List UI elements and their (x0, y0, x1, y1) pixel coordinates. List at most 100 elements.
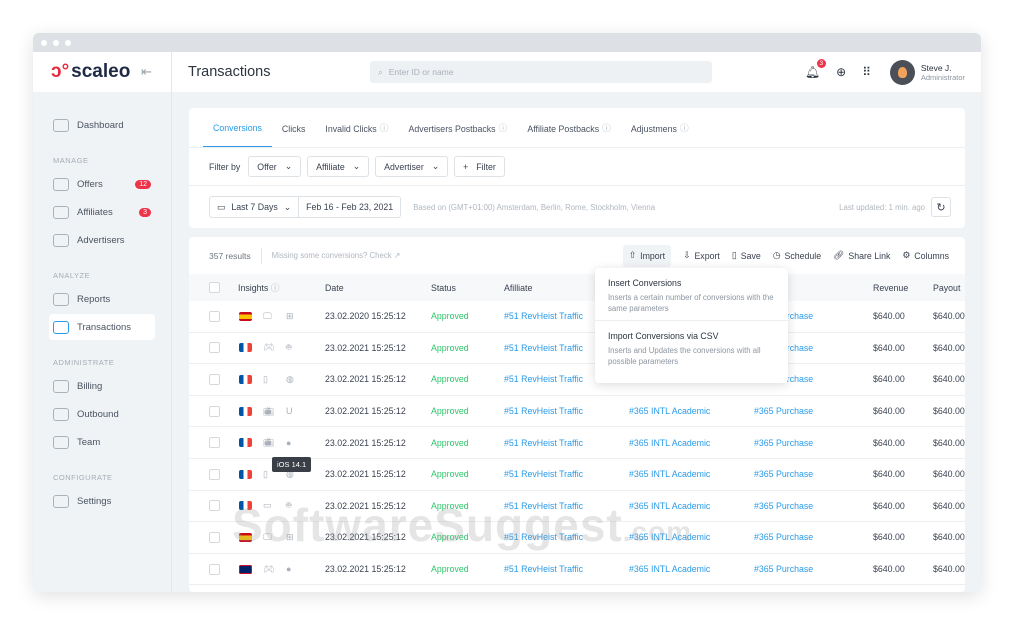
row-date: 23.02.2020 15:25:12 (325, 311, 406, 322)
tab-conversions[interactable]: Conversions (203, 107, 272, 147)
share-link-button[interactable]: 🔗︎ Share Link (833, 245, 890, 267)
date-picker: ▭ Last 7 Days ⌄ Feb 16 - Feb 23, 2021 (209, 196, 402, 218)
tab-label: Clicks (281, 124, 306, 134)
flag-fr-icon (239, 343, 252, 353)
sidebar-item-outbound[interactable]: Outbound (49, 401, 155, 427)
apps-grid-icon[interactable]: ⠿ (862, 65, 871, 79)
row-checkbox[interactable] (209, 468, 220, 480)
outbound-icon (53, 407, 69, 421)
column-status[interactable]: Status (431, 283, 456, 293)
goal-link[interactable]: #365 Purchase (754, 406, 813, 416)
action-label: Export (694, 250, 720, 261)
sidebar-item-billing[interactable]: Billing (49, 373, 155, 399)
filter-offer-dropdown[interactable]: Offer ⌄ (248, 156, 302, 177)
date-range-input[interactable]: Feb 16 - Feb 23, 2021 (298, 197, 400, 217)
date-row: ▭ Last 7 Days ⌄ Feb 16 - Feb 23, 2021 Base… (189, 186, 965, 228)
filter-advertiser-dropdown[interactable]: Advertiser ⌄ (375, 156, 449, 177)
download-icon: ⇩ (683, 250, 691, 260)
help-icon[interactable]: ⊕ (836, 65, 846, 79)
offer-link[interactable]: #365 INTL Academic (629, 469, 710, 479)
missing-conversions-link[interactable]: Missing some conversions? Check ↗ (272, 251, 401, 260)
goal-link[interactable]: #365 Purchase (754, 564, 813, 574)
filter-affiliate-dropdown[interactable]: Affiliate ⌄ (307, 156, 370, 177)
user-menu[interactable]: Steve J. Administrator (889, 59, 965, 85)
sidebar-item-dashboard[interactable]: Dashboard (49, 112, 155, 138)
row-checkbox[interactable] (209, 437, 220, 449)
sidebar-item-affiliates[interactable]: Affiliates 3 (49, 199, 155, 225)
offer-link[interactable]: #365 INTL Academic (629, 406, 710, 416)
select-all-checkbox[interactable] (209, 282, 220, 293)
column-date[interactable]: Date (325, 283, 344, 293)
row-payout: $640.00 (933, 469, 965, 480)
notifications-button[interactable]: 🔔︎ 3 (805, 59, 827, 79)
info-icon: ⓘ (679, 123, 689, 133)
row-date: 23.02.2021 15:25:12 (325, 406, 406, 417)
schedule-button[interactable]: ◷ Schedule (773, 245, 821, 267)
windows-icon: ⊞ (286, 310, 294, 321)
gamepad-icon: 🎮︎ (263, 563, 275, 574)
affiliate-link[interactable]: #51 RevHeist Traffic (504, 406, 583, 416)
columns-button[interactable]: ⚙ Columns (902, 245, 949, 267)
sidebar-item-offers[interactable]: Offers 12 (49, 171, 155, 197)
sidebar-item-advertisers[interactable]: Advertisers (49, 227, 155, 253)
sidebar-item-label: Affiliates (77, 206, 113, 218)
import-dropdown-menu: Insert Conversions Inserts a certain numb… (595, 268, 788, 383)
goal-link[interactable]: #365 Purchase (754, 438, 813, 448)
menu-item-import-csv[interactable]: Import Conversions via CSV Inserts and Up… (595, 320, 788, 372)
column-insights[interactable]: Insights ⓘ (238, 281, 280, 294)
row-checkbox[interactable] (209, 405, 220, 417)
refresh-button[interactable]: ↻ (931, 197, 951, 217)
calendar-icon: ▭ (217, 201, 226, 212)
sidebar-item-label: Advertisers (77, 234, 125, 246)
affiliate-link[interactable]: #51 RevHeist Traffic (504, 438, 583, 448)
goal-link[interactable]: #365 Purchase (754, 532, 813, 542)
affiliate-link[interactable]: #51 RevHeist Traffic (504, 343, 583, 353)
tab-affiliate-postbacks[interactable]: Affiliate Postbacks ⓘ (517, 107, 621, 147)
column-revenue[interactable]: Revenue (873, 283, 908, 293)
sidebar-item-team[interactable]: Team (49, 429, 155, 455)
import-button[interactable]: ⇧ Import (622, 244, 672, 267)
avatar (889, 59, 915, 85)
add-filter-label: Filter (476, 161, 496, 172)
row-checkbox[interactable] (209, 310, 220, 322)
sidebar-item-transactions[interactable]: Transactions (49, 314, 155, 340)
tab-advertisers-postbacks[interactable]: Advertisers Postbacks ⓘ (399, 107, 518, 147)
sidebar-item-label: Outbound (77, 408, 119, 420)
column-payout[interactable]: Payout (933, 283, 960, 293)
sidebar-item-settings[interactable]: Settings (49, 488, 155, 514)
add-filter-button[interactable]: + Filter (454, 156, 505, 177)
row-checkbox[interactable] (209, 373, 220, 385)
row-checkbox[interactable] (209, 500, 220, 512)
flag-fr-icon (239, 406, 252, 416)
tab-label: Invalid Clicks (325, 124, 377, 134)
window-titlebar (33, 33, 981, 52)
offer-link[interactable]: #365 INTL Academic (629, 438, 710, 448)
column-affiliate[interactable]: Afilliate (504, 283, 532, 293)
tab-label: Affiliate Postbacks (527, 124, 600, 134)
date-range-select[interactable]: ▭ Last 7 Days ⌄ (210, 197, 298, 217)
affiliate-link[interactable]: #51 RevHeist Traffic (504, 469, 583, 479)
offer-link[interactable]: #365 INTL Academic (629, 564, 710, 574)
collapse-sidebar-icon[interactable]: ⇤ (141, 64, 152, 80)
goal-link[interactable]: #365 Purchase (754, 501, 813, 511)
row-payout: $640.00 (933, 311, 965, 322)
row-checkbox[interactable] (209, 531, 220, 543)
settings-icon (53, 494, 69, 508)
affiliate-link[interactable]: #51 RevHeist Traffic (504, 374, 583, 384)
affiliate-link[interactable]: #51 RevHeist Traffic (504, 311, 583, 321)
tab-invalid-clicks[interactable]: Invalid Clicks ⓘ (315, 107, 398, 147)
search-input[interactable]: ⌕ Enter ID or name (370, 61, 712, 83)
mobile-icon: ▯ (263, 373, 268, 384)
export-button[interactable]: ⇩ Export (683, 245, 720, 267)
tab-clicks[interactable]: Clicks (272, 107, 315, 147)
sidebar-item-reports[interactable]: Reports (49, 286, 155, 312)
tab-adjustmens[interactable]: Adjustmens ⓘ (621, 107, 699, 147)
row-checkbox[interactable] (209, 563, 220, 575)
affiliate-link[interactable]: #51 RevHeist Traffic (504, 564, 583, 574)
dropdown-label: Advertiser (384, 161, 424, 172)
menu-item-insert-conversions[interactable]: Insert Conversions Inserts a certain numb… (595, 268, 788, 320)
android-icon: 🤖︎ (286, 342, 292, 353)
save-button[interactable]: ▯ Save (732, 245, 761, 267)
goal-link[interactable]: #365 Purchase (754, 469, 813, 479)
row-checkbox[interactable] (209, 342, 220, 354)
